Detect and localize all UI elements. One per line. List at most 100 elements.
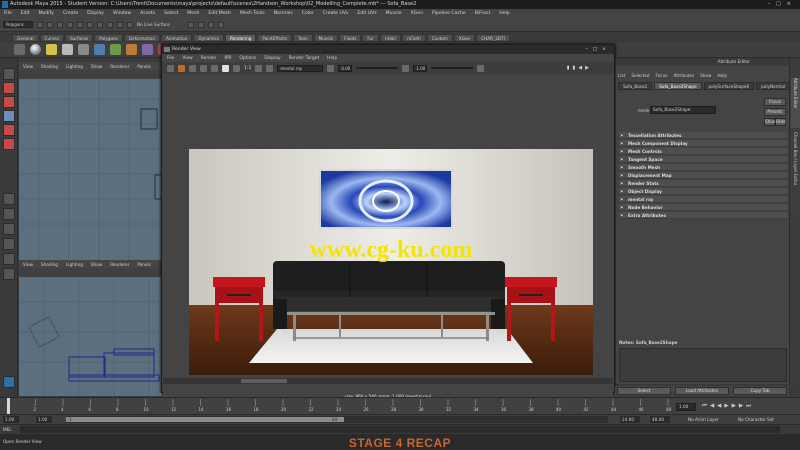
menu-modify[interactable]: Modify bbox=[39, 11, 54, 16]
ae-tab-polysurfaceshape6[interactable]: polySurfaceShape6 bbox=[703, 82, 755, 90]
shelf-tab-custom[interactable]: Custom bbox=[426, 33, 453, 42]
snap-surface-icon[interactable] bbox=[127, 21, 133, 28]
rv-menu-help[interactable]: Help bbox=[327, 56, 337, 61]
section-displacement-map[interactable]: Displacement Map bbox=[619, 172, 787, 179]
rv-menu-render-target[interactable]: Render Target bbox=[289, 56, 320, 61]
menu-mesh-tools[interactable]: Mesh Tools bbox=[240, 11, 265, 16]
refresh-icon[interactable] bbox=[189, 64, 196, 72]
ae-tab-sofa-base2[interactable]: Sofa_Base2 bbox=[618, 82, 653, 90]
menu-window[interactable]: Window bbox=[113, 11, 131, 16]
ipr-icon[interactable] bbox=[178, 64, 185, 72]
menu-select[interactable]: Select bbox=[164, 11, 178, 16]
vp-menu-lighting[interactable]: Lighting bbox=[66, 64, 83, 69]
material-icon[interactable] bbox=[142, 44, 153, 55]
shelf-tab-rendering[interactable]: Rendering bbox=[225, 33, 257, 42]
menu-assets[interactable]: Assets bbox=[140, 11, 155, 16]
remove-image-icon[interactable] bbox=[266, 64, 274, 72]
render-region-icon[interactable] bbox=[200, 64, 207, 72]
menu-xgen[interactable]: XGen bbox=[411, 11, 423, 16]
snap-curve-icon[interactable] bbox=[107, 21, 113, 28]
hide-button[interactable]: Hide bbox=[775, 118, 786, 126]
new-scene-icon[interactable] bbox=[37, 21, 43, 28]
select-component-icon[interactable] bbox=[87, 21, 93, 28]
camera-icon[interactable] bbox=[14, 44, 25, 55]
shelf-tab-dynamics[interactable]: Dynamics bbox=[193, 33, 225, 42]
gamma-field[interactable]: 1.00 bbox=[413, 64, 428, 72]
shelf-tab-animation[interactable]: Animation bbox=[161, 33, 193, 42]
shelf-tab-fur[interactable]: Fur bbox=[362, 33, 379, 42]
shelf-tab-fluids[interactable]: Fluids bbox=[339, 33, 362, 42]
menu-create[interactable]: Create bbox=[63, 11, 78, 16]
ae-menu-list[interactable]: List bbox=[618, 73, 625, 78]
live-surface-label[interactable]: No Live Surface bbox=[137, 22, 170, 27]
ratio-button[interactable]: 1:1 bbox=[244, 66, 251, 71]
section-smooth-mesh[interactable]: Smooth Mesh bbox=[619, 164, 787, 171]
rv-menu-display[interactable]: Display bbox=[264, 56, 280, 61]
exposure-slider[interactable] bbox=[356, 67, 399, 69]
vp2-menu-show[interactable]: Show bbox=[91, 262, 102, 267]
playback-start-field[interactable]: 1.00 bbox=[36, 416, 52, 423]
vp2-menu-renderer[interactable]: Renderer bbox=[110, 262, 129, 267]
render-view-scrollbar[interactable] bbox=[163, 378, 613, 384]
select-tool-icon[interactable] bbox=[3, 68, 15, 80]
two-pane-layout-icon[interactable] bbox=[3, 223, 15, 235]
vp-menu-renderer[interactable]: Renderer bbox=[110, 64, 129, 69]
select-object-icon[interactable] bbox=[77, 21, 83, 28]
render-view-canvas[interactable]: www.cg-ku.com size: 960 x 540 zoom: 1.00… bbox=[163, 74, 613, 408]
ae-tab-sofa-base2shape[interactable]: Sofa_Base2Shape bbox=[654, 82, 702, 90]
playback-end-field[interactable]: 24.00 bbox=[620, 416, 640, 423]
rv-menu-render[interactable]: Render bbox=[201, 56, 217, 61]
anim-layer-select[interactable]: No Anim Layer bbox=[688, 417, 719, 422]
single-pane-layout-icon[interactable] bbox=[3, 193, 15, 205]
area-light-icon[interactable] bbox=[46, 44, 57, 55]
notes-field[interactable] bbox=[619, 348, 787, 382]
shelf-tab-painteffects[interactable]: PaintEffects bbox=[257, 33, 293, 42]
hypershade-layout-icon[interactable] bbox=[3, 268, 15, 280]
vp-menu-view[interactable]: View bbox=[23, 64, 33, 69]
section-tessellation-attributes[interactable]: Tessellation Attributes bbox=[619, 132, 787, 139]
ambient-light-icon[interactable] bbox=[110, 44, 121, 55]
directional-light-icon[interactable] bbox=[94, 44, 105, 55]
menu-create-uvs[interactable]: Create UVs bbox=[323, 11, 349, 16]
scale-tool-icon[interactable] bbox=[3, 138, 15, 150]
outliner-layout-icon[interactable] bbox=[3, 238, 15, 250]
render-frame-icon[interactable] bbox=[187, 21, 194, 28]
four-pane-layout-icon[interactable] bbox=[3, 208, 15, 220]
snap-grid-icon[interactable] bbox=[97, 21, 103, 28]
menu-help[interactable]: Help bbox=[499, 11, 509, 16]
section-node-behavior[interactable]: Node Behavior bbox=[619, 204, 787, 211]
rgb-channels-icon[interactable] bbox=[222, 64, 229, 72]
menu-mesh[interactable]: Mesh bbox=[187, 11, 199, 16]
shelf-tab-nhair[interactable]: nHair bbox=[379, 33, 402, 42]
shelf-tab-surfaces[interactable]: Surfaces bbox=[65, 33, 94, 42]
vp2-menu-shading[interactable]: Shading bbox=[41, 262, 58, 267]
vp-menu-panels[interactable]: Panels bbox=[137, 64, 150, 69]
renderer-select[interactable]: mental ray bbox=[277, 64, 324, 72]
time-slider[interactable]: 1 2 4 6 8 10 12 14 16 18 20 22 24 26 28 30 32 34 36 38 40 42 4… bbox=[0, 397, 800, 414]
focus-button[interactable]: Focus bbox=[764, 98, 786, 106]
command-input[interactable] bbox=[20, 426, 780, 433]
vp2-menu-view[interactable]: View bbox=[23, 262, 33, 267]
viewport-top[interactable]: View Shading Lighting Show Renderer Pane… bbox=[19, 62, 162, 260]
save-scene-icon[interactable] bbox=[57, 21, 63, 28]
render-settings-icon[interactable] bbox=[207, 21, 214, 28]
vp-menu-show[interactable]: Show bbox=[91, 64, 102, 69]
redo-render-icon[interactable] bbox=[167, 64, 174, 72]
gamma-slider[interactable] bbox=[431, 67, 474, 69]
select-button[interactable]: Select bbox=[617, 387, 671, 395]
menu-color[interactable]: Color bbox=[302, 11, 314, 16]
vp-menu-shading[interactable]: Shading bbox=[41, 64, 58, 69]
side-tab-channel-box[interactable]: Channel Box / Layer Editor bbox=[791, 132, 800, 214]
select-hierarchy-icon[interactable] bbox=[67, 21, 73, 28]
rv-menu-view[interactable]: View bbox=[182, 56, 192, 61]
snap-point-icon[interactable] bbox=[117, 21, 123, 28]
move-tool-icon[interactable] bbox=[3, 110, 15, 122]
copy-tab-button[interactable]: Copy Tab bbox=[733, 387, 787, 395]
shelf-tab-deformation[interactable]: Deformation bbox=[123, 33, 160, 42]
range-bar[interactable]: 1 24 bbox=[66, 416, 608, 423]
menu-set-select[interactable]: Polygons bbox=[3, 21, 33, 28]
menu-normals[interactable]: Normals bbox=[274, 11, 293, 16]
ae-tab-polynormal[interactable]: polyNormal bbox=[756, 82, 791, 90]
vp2-menu-lighting[interactable]: Lighting bbox=[66, 262, 83, 267]
rv-menu-ipr[interactable]: IPR bbox=[224, 56, 231, 61]
